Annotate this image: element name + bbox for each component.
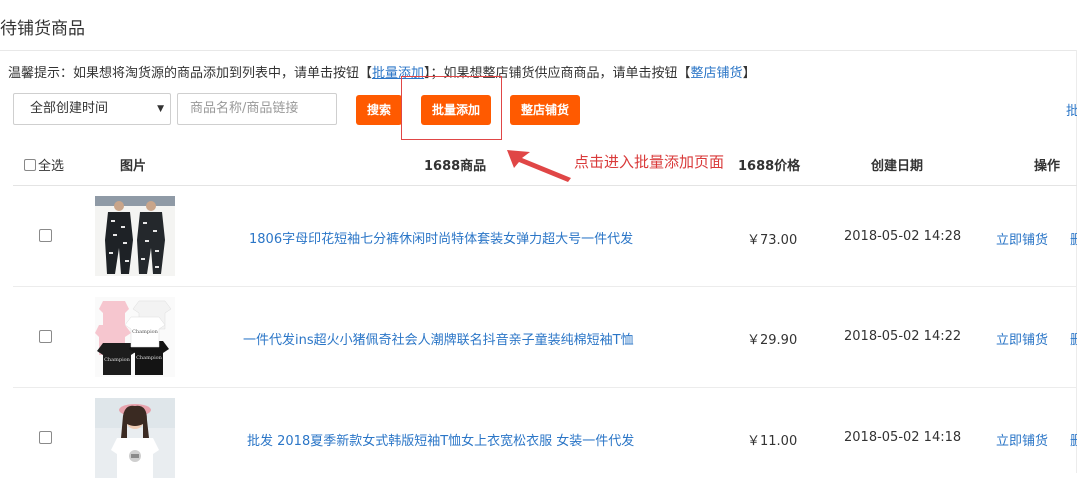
select-all-checkbox[interactable] [24,159,36,171]
table-header-divider [13,185,1077,186]
column-header-price: 1688价格 [738,159,801,174]
distribute-now-link[interactable]: 立即铺货 [996,229,1048,248]
svg-text:Champion: Champion [132,329,159,335]
column-header-action: 操作 [1034,159,1061,174]
select-all[interactable]: 全选 [24,155,64,174]
delete-link[interactable]: 删 [1070,229,1077,248]
column-header-product: 1688商品 [424,159,487,174]
row-divider [13,387,1077,388]
svg-text:Champion: Champion [136,355,163,361]
product-title-link[interactable]: 批发 2018夏季新款女式韩版短袖T恤女上衣宽松衣服 女装一件代发 [247,430,634,449]
row-checkbox[interactable] [39,229,52,242]
product-thumbnail[interactable] [95,196,175,276]
product-price: ￥29.90 [747,333,798,348]
product-thumbnail[interactable]: Champion Champion Champion [95,297,175,377]
column-header-created: 创建日期 [871,159,924,174]
row-checkbox[interactable] [39,330,52,343]
product-created-date: 2018-05-02 14:18 [844,430,962,445]
product-title-link[interactable]: 一件代发ins超火小猪佩奇社会人潮牌联名抖音亲子童装纯棉短袖T恤 [243,329,634,348]
delete-link[interactable]: 删 [1070,430,1077,449]
product-price: ￥73.00 [747,233,798,248]
distribute-now-link[interactable]: 立即铺货 [996,430,1048,449]
product-title-link[interactable]: 1806字母印花短袖七分裤休闲时尚特体套装女弹力超大号一件代发 [249,228,633,247]
product-created-date: 2018-05-02 14:22 [844,329,962,344]
product-price: ￥11.00 [747,434,798,449]
product-created-date: 2018-05-02 14:28 [844,229,962,244]
row-checkbox[interactable] [39,431,52,444]
svg-text:Champion: Champion [104,357,131,363]
delete-link[interactable]: 删 [1070,329,1077,348]
select-all-label: 全选 [38,159,65,174]
column-header-picture: 图片 [120,159,147,174]
row-divider [13,286,1077,287]
product-thumbnail[interactable] [95,398,175,478]
annotation-text: 点击进入批量添加页面 [574,153,725,171]
distribute-now-link[interactable]: 立即铺货 [996,329,1048,348]
